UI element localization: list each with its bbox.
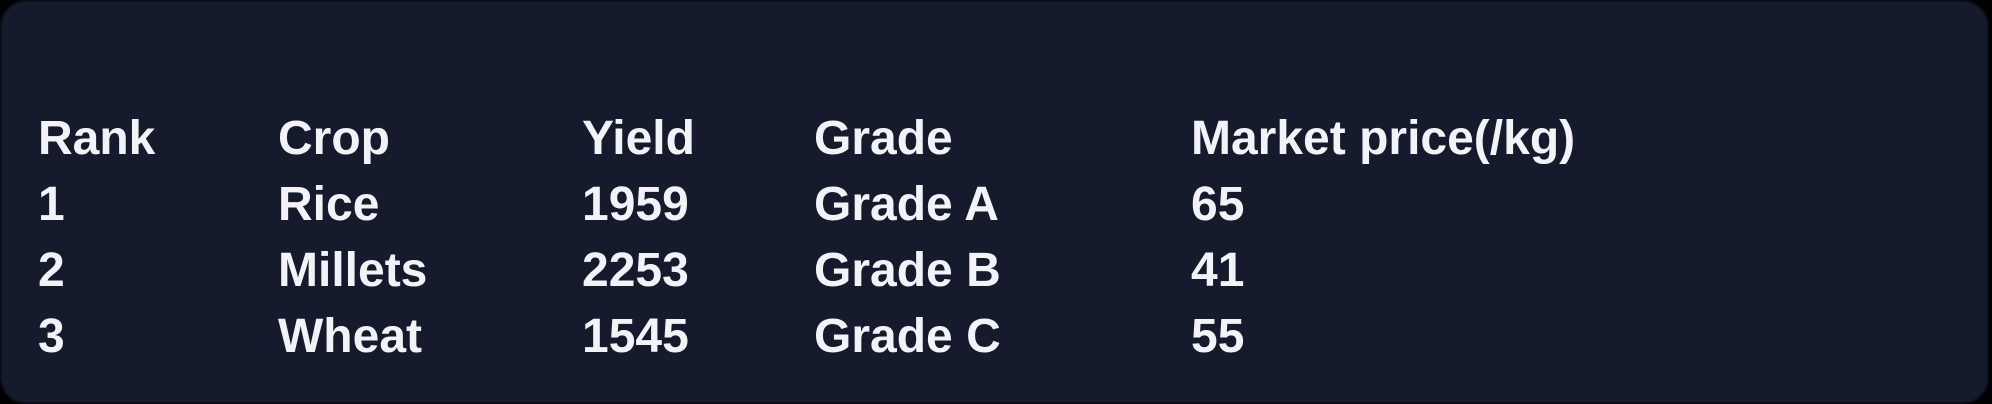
header-yield: Yield: [582, 112, 695, 165]
cell-rank: 2: [38, 244, 65, 297]
cell-yield: 2253: [582, 244, 689, 297]
cell-market-price: 65: [1191, 178, 1245, 231]
table-row: 3 Wheat 1545 Grade C 55: [38, 304, 1691, 370]
cell-yield: 1959: [582, 178, 689, 231]
table-panel: Rank Crop Yield Grade Market price(/kg) …: [0, 0, 1989, 404]
cell-market-price: 41: [1191, 244, 1245, 297]
cell-grade: Grade B: [814, 244, 1001, 297]
cell-crop: Rice: [278, 178, 380, 231]
cell-grade: Grade A: [814, 178, 999, 231]
cell-rank: 1: [38, 178, 65, 231]
header-grade: Grade: [814, 112, 953, 165]
cell-grade: Grade C: [814, 310, 1001, 363]
crop-table: Rank Crop Yield Grade Market price(/kg) …: [38, 106, 1691, 370]
table-row: 2 Millets 2253 Grade B 41: [38, 238, 1691, 304]
header-rank: Rank: [38, 112, 156, 165]
cell-crop: Millets: [278, 244, 428, 297]
cell-yield: 1545: [582, 310, 689, 363]
cell-market-price: 55: [1191, 310, 1245, 363]
table-row: 1 Rice 1959 Grade A 65: [38, 172, 1691, 238]
header-crop: Crop: [278, 112, 390, 165]
header-market-price: Market price(/kg): [1191, 112, 1576, 165]
table-header-row: Rank Crop Yield Grade Market price(/kg): [38, 106, 1691, 172]
cell-crop: Wheat: [278, 310, 422, 363]
cell-rank: 3: [38, 310, 65, 363]
